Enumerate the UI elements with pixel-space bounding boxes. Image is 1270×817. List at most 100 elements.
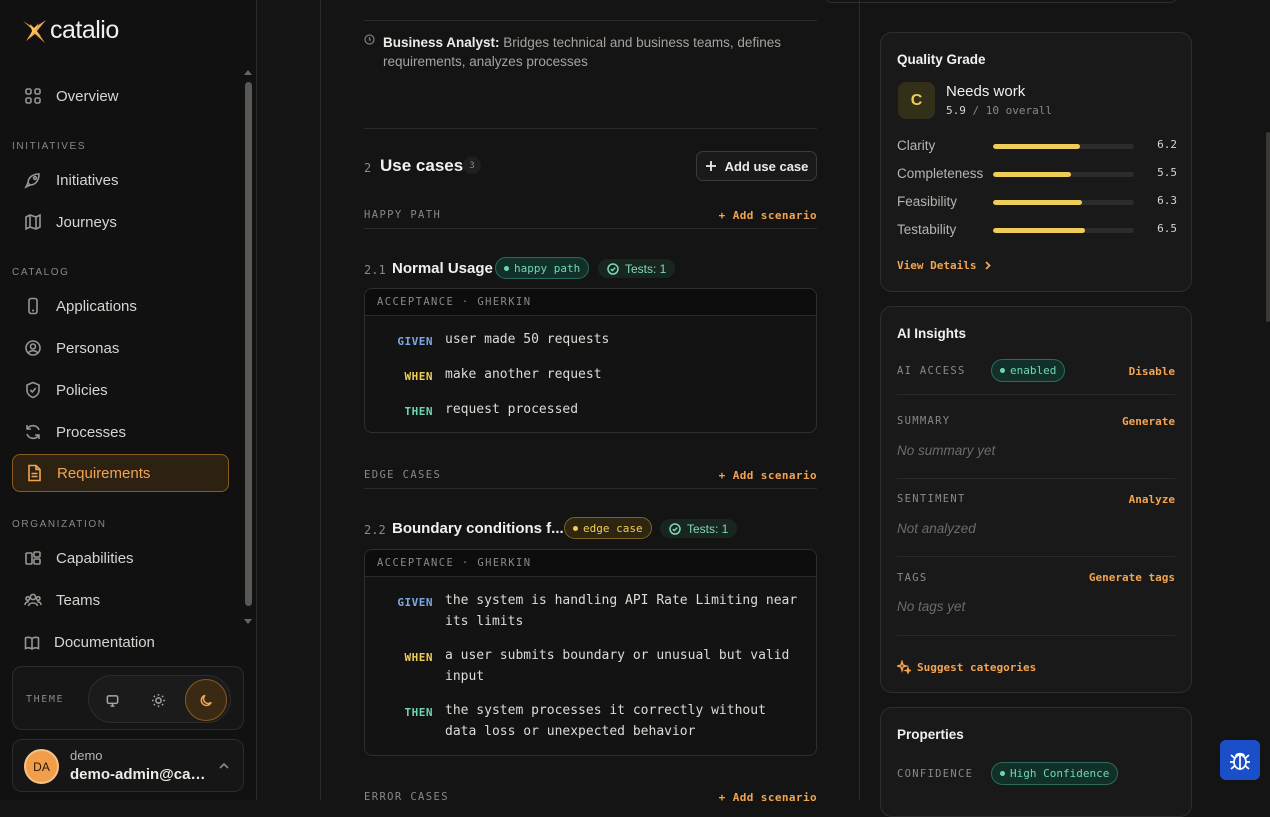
tests-badge[interactable]: Tests: 1 bbox=[660, 519, 738, 538]
generate-summary-button[interactable]: Generate bbox=[1122, 415, 1175, 428]
user-circle-icon bbox=[25, 340, 41, 356]
add-use-case-button[interactable]: Add use case bbox=[696, 151, 817, 181]
sidebar-item-personas[interactable]: Personas bbox=[12, 329, 229, 367]
sentiment-label: SENTIMENT bbox=[897, 493, 966, 505]
documentation-link[interactable]: Documentation bbox=[24, 634, 155, 651]
add-scenario-edge-button[interactable]: + Add scenario bbox=[719, 469, 817, 482]
divider bbox=[364, 488, 817, 489]
scroll-thumb[interactable] bbox=[245, 82, 252, 606]
disable-ai-button[interactable]: Disable bbox=[1129, 365, 1175, 378]
sidebar-item-policies[interactable]: Policies bbox=[12, 371, 229, 409]
add-scenario-happy-button[interactable]: + Add scenario bbox=[719, 209, 817, 222]
summary-empty: No summary yet bbox=[897, 443, 996, 458]
given-keyword: GIVEN bbox=[397, 596, 433, 609]
sidebar-scrollbar[interactable] bbox=[244, 70, 252, 624]
use-cases-title: Use cases bbox=[380, 156, 464, 175]
use-cases-number: 2 bbox=[364, 161, 372, 175]
card-title: AI Insights bbox=[897, 326, 967, 341]
divider bbox=[364, 20, 817, 21]
bug-report-button[interactable] bbox=[1220, 740, 1260, 780]
when-text: make another request bbox=[445, 367, 602, 382]
metric-value: 6.2 bbox=[1157, 138, 1177, 151]
confidence-badge: High Confidence bbox=[991, 762, 1119, 785]
grade-score-suffix: / 10 overall bbox=[965, 104, 1052, 117]
ai-access-badge: enabled bbox=[991, 359, 1066, 382]
sidebar-item-label: Overview bbox=[56, 87, 119, 105]
catalio-logo-icon bbox=[23, 19, 46, 43]
theme-toggle-group bbox=[88, 675, 231, 723]
divider bbox=[897, 478, 1175, 479]
add-use-case-label: Add use case bbox=[724, 158, 809, 174]
tests-label: Tests: 1 bbox=[625, 261, 667, 276]
sidebar-item-applications[interactable]: Applications bbox=[12, 287, 229, 325]
theme-light-button[interactable] bbox=[137, 679, 179, 721]
badge-label: happy path bbox=[514, 261, 581, 275]
section-catalog: CATALOG bbox=[12, 267, 70, 278]
analyze-sentiment-button[interactable]: Analyze bbox=[1129, 493, 1175, 506]
grade-status: Needs work bbox=[946, 83, 1026, 100]
sidebar-item-label: Policies bbox=[56, 381, 108, 399]
error-cases-label: ERROR CASES bbox=[364, 791, 449, 803]
theme-label: THEME bbox=[26, 694, 65, 705]
metric-bar bbox=[993, 228, 1134, 233]
when-keyword: WHEN bbox=[404, 651, 433, 664]
then-keyword: THEN bbox=[404, 405, 433, 418]
view-details-link[interactable]: View Details bbox=[897, 259, 993, 272]
suggest-categories-button[interactable]: Suggest categories bbox=[897, 660, 1036, 674]
view-details-label: View Details bbox=[897, 259, 977, 272]
generate-tags-button[interactable]: Generate tags bbox=[1089, 571, 1175, 584]
theme-dark-button[interactable] bbox=[185, 679, 227, 721]
info-circle-icon bbox=[364, 34, 375, 45]
metric-label: Feasibility bbox=[897, 194, 958, 209]
card-title: Quality Grade bbox=[897, 52, 986, 67]
theme-system-button[interactable] bbox=[91, 679, 133, 721]
card-edge bbox=[825, 0, 1177, 3]
scroll-up-arrow-icon[interactable] bbox=[244, 70, 252, 75]
summary-label: SUMMARY bbox=[897, 415, 951, 427]
card-title: Properties bbox=[897, 727, 964, 742]
plus-icon bbox=[705, 161, 716, 171]
then-text: the system processes it correctly withou… bbox=[445, 703, 766, 739]
add-scenario-error-button[interactable]: + Add scenario bbox=[719, 791, 817, 804]
sidebar-item-teams[interactable]: Teams bbox=[12, 581, 229, 619]
tests-badge[interactable]: Tests: 1 bbox=[598, 259, 676, 278]
ai-insights-card: AI Insights AI ACCESS enabled Disable SU… bbox=[880, 306, 1192, 693]
users-icon bbox=[24, 593, 42, 607]
use-cases-count: 3 bbox=[463, 157, 481, 174]
sidebar-item-label: Requirements bbox=[57, 464, 151, 482]
sidebar-item-journeys[interactable]: Journeys bbox=[12, 203, 229, 241]
then-text: request processed bbox=[445, 402, 579, 417]
divider bbox=[364, 128, 817, 129]
when-keyword: WHEN bbox=[404, 370, 433, 383]
sidebar-item-requirements[interactable]: Requirements bbox=[12, 454, 229, 492]
badge-label: edge case bbox=[583, 521, 643, 535]
divider bbox=[897, 394, 1175, 395]
page-scrollbar[interactable] bbox=[1266, 132, 1270, 322]
tags-label: TAGS bbox=[897, 572, 928, 584]
sidebar-item-label: Capabilities bbox=[56, 549, 134, 567]
sidebar-item-processes[interactable]: Processes bbox=[12, 413, 229, 451]
gherkin-header: ACCEPTANCE · GHERKIN bbox=[365, 550, 816, 577]
sidebar-item-initiatives[interactable]: Initiatives bbox=[12, 161, 229, 199]
brand-name: catalio bbox=[50, 16, 119, 44]
metric-row: Clarity 6.2 bbox=[897, 136, 1177, 156]
when-text: a user submits boundary or unusual but v… bbox=[445, 648, 790, 684]
scenario-title[interactable]: Boundary conditions f... bbox=[392, 520, 564, 537]
book-icon bbox=[24, 636, 40, 650]
sidebar-item-label: Journeys bbox=[56, 213, 117, 231]
bug-icon bbox=[1230, 752, 1250, 770]
brand-logo[interactable]: catalio bbox=[20, 16, 119, 45]
scroll-down-arrow-icon[interactable] bbox=[244, 619, 252, 624]
sidebar-item-capabilities[interactable]: Capabilities bbox=[12, 539, 229, 577]
moon-icon bbox=[200, 694, 212, 706]
user-menu[interactable]: DA demo demo-admin@catalio bbox=[12, 739, 244, 792]
section-initiatives: INITIATIVES bbox=[12, 141, 87, 152]
then-keyword: THEN bbox=[404, 706, 433, 719]
chevron-right-icon bbox=[985, 261, 992, 270]
properties-card: Properties CONFIDENCE High Confidence bbox=[880, 707, 1192, 817]
scenario-title[interactable]: Normal Usage bbox=[392, 260, 493, 277]
grade-score-value: 5.9 bbox=[946, 104, 966, 117]
divider bbox=[364, 228, 817, 229]
sidebar-item-overview[interactable]: Overview bbox=[12, 77, 229, 115]
sparkles-icon bbox=[897, 660, 911, 674]
